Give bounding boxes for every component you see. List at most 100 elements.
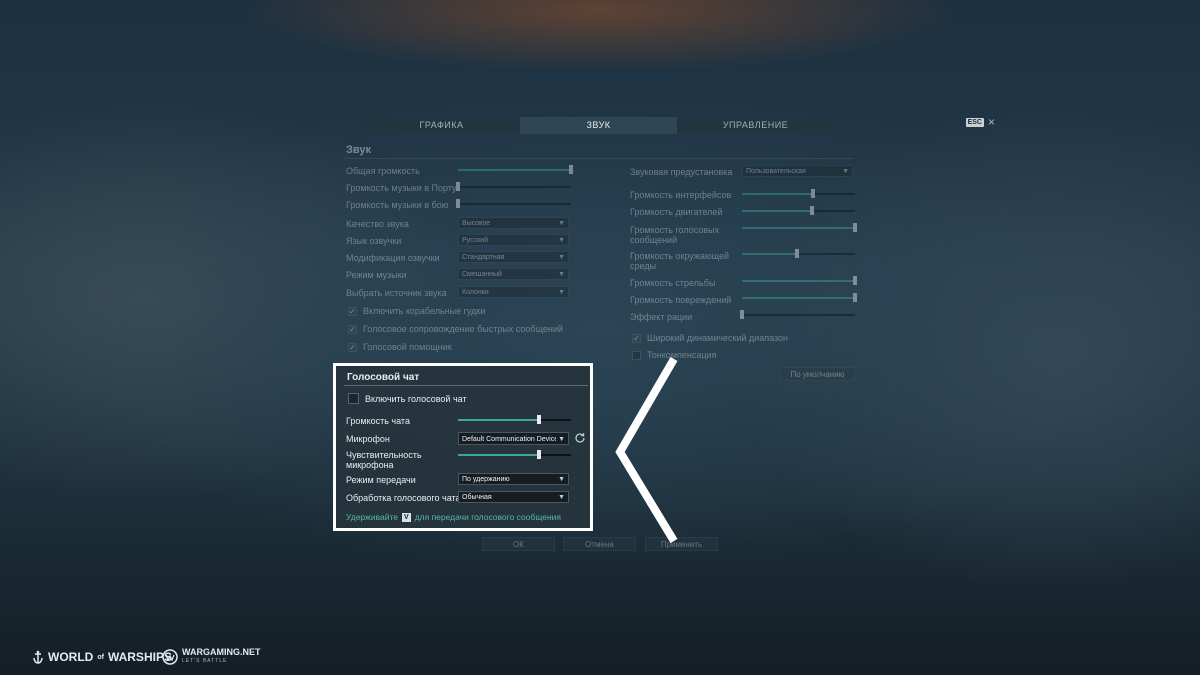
checkbox[interactable]: ✓: [348, 342, 357, 352]
master-volume-slider[interactable]: [458, 165, 573, 174]
music-mode-select[interactable]: Смешанный ▼: [458, 268, 569, 280]
defaults-button[interactable]: По умолчанию: [780, 367, 855, 381]
close-control[interactable]: ESC ×: [965, 116, 995, 128]
chevron-down-icon: ▼: [558, 476, 565, 483]
ship-horns-label: Включить корабельные гудки: [363, 306, 486, 316]
publisher-tagline: LET'S BATTLE: [182, 658, 228, 664]
wide-dynamic-range-label: Широкий динамический диапазон: [647, 333, 788, 343]
interface-volume-slider[interactable]: [742, 189, 855, 198]
checkbox[interactable]: ✓: [348, 324, 357, 334]
voice-messages-volume-label: Громкость голосовых сообщений: [630, 225, 720, 245]
damage-volume-label: Громкость повреждений: [630, 295, 732, 305]
tab-controls[interactable]: УПРАВЛЕНИЕ: [677, 117, 834, 134]
voice-processing-value: Обычная: [462, 494, 492, 501]
sound-quality-label: Качество звука: [346, 219, 409, 229]
ship-horns-toggle[interactable]: ✓ Включить корабельные гудки: [348, 306, 485, 316]
microphone-select[interactable]: Default Communication Device ▼: [458, 432, 569, 445]
voice-processing-select[interactable]: Обычная ▼: [458, 491, 569, 503]
voice-mod-label: Модификация озвучки: [346, 253, 440, 263]
section-divider: [344, 385, 588, 386]
music-mode-value: Смешанный: [462, 271, 502, 278]
voice-mod-value: Стандартная: [462, 254, 505, 261]
interface-volume-label: Громкость интерфейсов: [630, 190, 732, 200]
voice-messages-volume-slider[interactable]: [742, 223, 857, 232]
hint-text-before: Удерживайте: [346, 512, 399, 522]
hint-text-after: для передачи голосового сообщения: [414, 512, 562, 522]
voice-assistant-label: Голосовой помощник: [363, 342, 452, 352]
chevron-down-icon: ▼: [558, 494, 565, 501]
microphone-label: Микрофон: [346, 434, 390, 444]
quick-message-voice-toggle[interactable]: ✓ Голосовое сопровождение быстрых сообщен…: [348, 324, 563, 334]
master-volume-label: Общая громкость: [346, 166, 420, 176]
transmit-mode-select[interactable]: По удержанию ▼: [458, 473, 569, 485]
chevron-down-icon: ▼: [842, 168, 849, 175]
sound-quality-select[interactable]: Высокое ▼: [458, 217, 569, 229]
voice-language-label: Язык озвучки: [346, 236, 402, 246]
sound-preset-label: Звуковая предустановка: [630, 167, 733, 177]
wide-dynamic-range-toggle[interactable]: ✓ Широкий динамический диапазон: [632, 333, 788, 343]
radio-effect-label: Эффект рации: [630, 312, 693, 322]
chevron-down-icon: ▼: [558, 271, 565, 278]
ambient-volume-slider[interactable]: [742, 249, 855, 258]
radio-effect-slider[interactable]: [740, 310, 855, 319]
ok-button[interactable]: ОК: [482, 537, 555, 551]
chevron-down-icon: ▼: [558, 220, 565, 227]
chevron-down-icon: ▼: [558, 289, 565, 296]
engine-volume-slider[interactable]: [742, 206, 855, 215]
microphone-value: Default Communication Device: [462, 436, 559, 443]
anchor-icon: [33, 650, 43, 664]
key-v-icon: V: [402, 512, 411, 522]
wargaming-emblem-icon: [162, 649, 178, 665]
transmit-mode-value: По удержанию: [462, 476, 510, 483]
section-divider: [344, 158, 854, 159]
sound-quality-value: Высокое: [462, 220, 491, 227]
chevron-down-icon: ▼: [558, 254, 565, 261]
sound-source-label: Выбрать источник звука: [346, 288, 447, 298]
logo-of: of: [97, 653, 104, 661]
voice-language-select[interactable]: Русский ▼: [458, 234, 569, 246]
sound-preset-select[interactable]: Пользовательская ▼: [742, 165, 853, 177]
voice-chat-title: Голосовой чат: [347, 372, 420, 383]
voice-chat-panel: Голосовой чат Включить голосовой чат Гро…: [333, 363, 593, 531]
gunfire-volume-slider[interactable]: [742, 276, 857, 285]
tab-graphics[interactable]: ГРАФИКА: [363, 117, 520, 134]
enable-voice-chat-toggle[interactable]: Включить голосовой чат: [348, 393, 467, 404]
damage-volume-slider[interactable]: [742, 293, 857, 302]
voice-processing-label: Обработка голосового чата: [346, 493, 461, 503]
logo-world: WORLD: [48, 650, 94, 664]
mic-sensitivity-label: Чувствительность микрофона: [346, 450, 422, 470]
wargaming-logo: WARGAMING.NET LET'S BATTLE: [162, 648, 261, 666]
voice-language-value: Русский: [462, 237, 488, 244]
quick-message-voice-label: Голосовое сопровождение быстрых сообщени…: [363, 324, 563, 334]
checkbox[interactable]: ✓: [632, 333, 641, 343]
settings-tabs: ГРАФИКА ЗВУК УПРАВЛЕНИЕ: [363, 117, 834, 134]
ambient-volume-label: Громкость окружающей среды: [630, 251, 729, 271]
chevron-left-icon: [615, 356, 678, 544]
voice-assistant-toggle[interactable]: ✓ Голосовой помощник: [348, 342, 452, 352]
transmit-mode-label: Режим передачи: [346, 475, 416, 485]
sound-source-value: Колонки: [462, 289, 489, 296]
close-icon[interactable]: ×: [988, 116, 995, 128]
port-music-volume-label: Громкость музыки в Порту: [346, 183, 457, 193]
battle-music-volume-label: Громкость музыки в бою: [346, 200, 449, 210]
checkbox[interactable]: [348, 393, 359, 404]
engine-volume-label: Громкость двигателей: [630, 207, 723, 217]
enable-voice-chat-label: Включить голосовой чат: [365, 393, 467, 404]
chevron-down-icon: ▼: [556, 433, 565, 444]
world-of-warships-logo: WORLD of WARSHIPS: [32, 650, 172, 664]
chevron-down-icon: ▼: [558, 237, 565, 244]
checkbox[interactable]: ✓: [348, 306, 357, 316]
mic-sensitivity-slider[interactable]: [458, 450, 571, 459]
battle-music-volume-slider[interactable]: [456, 199, 571, 208]
port-music-volume-slider[interactable]: [456, 182, 571, 191]
refresh-icon[interactable]: [573, 431, 587, 445]
tab-sound[interactable]: ЗВУК: [520, 117, 677, 134]
music-mode-label: Режим музыки: [346, 270, 407, 280]
voice-mod-select[interactable]: Стандартная ▼: [458, 251, 569, 263]
sound-section-title: Звук: [346, 144, 372, 156]
esc-key-icon[interactable]: ESC: [965, 117, 984, 127]
sound-source-select[interactable]: Колонки ▼: [458, 286, 569, 298]
chat-volume-slider[interactable]: [458, 415, 571, 424]
publisher-name: WARGAMING.NET: [182, 647, 261, 657]
gunfire-volume-label: Громкость стрельбы: [630, 278, 716, 288]
